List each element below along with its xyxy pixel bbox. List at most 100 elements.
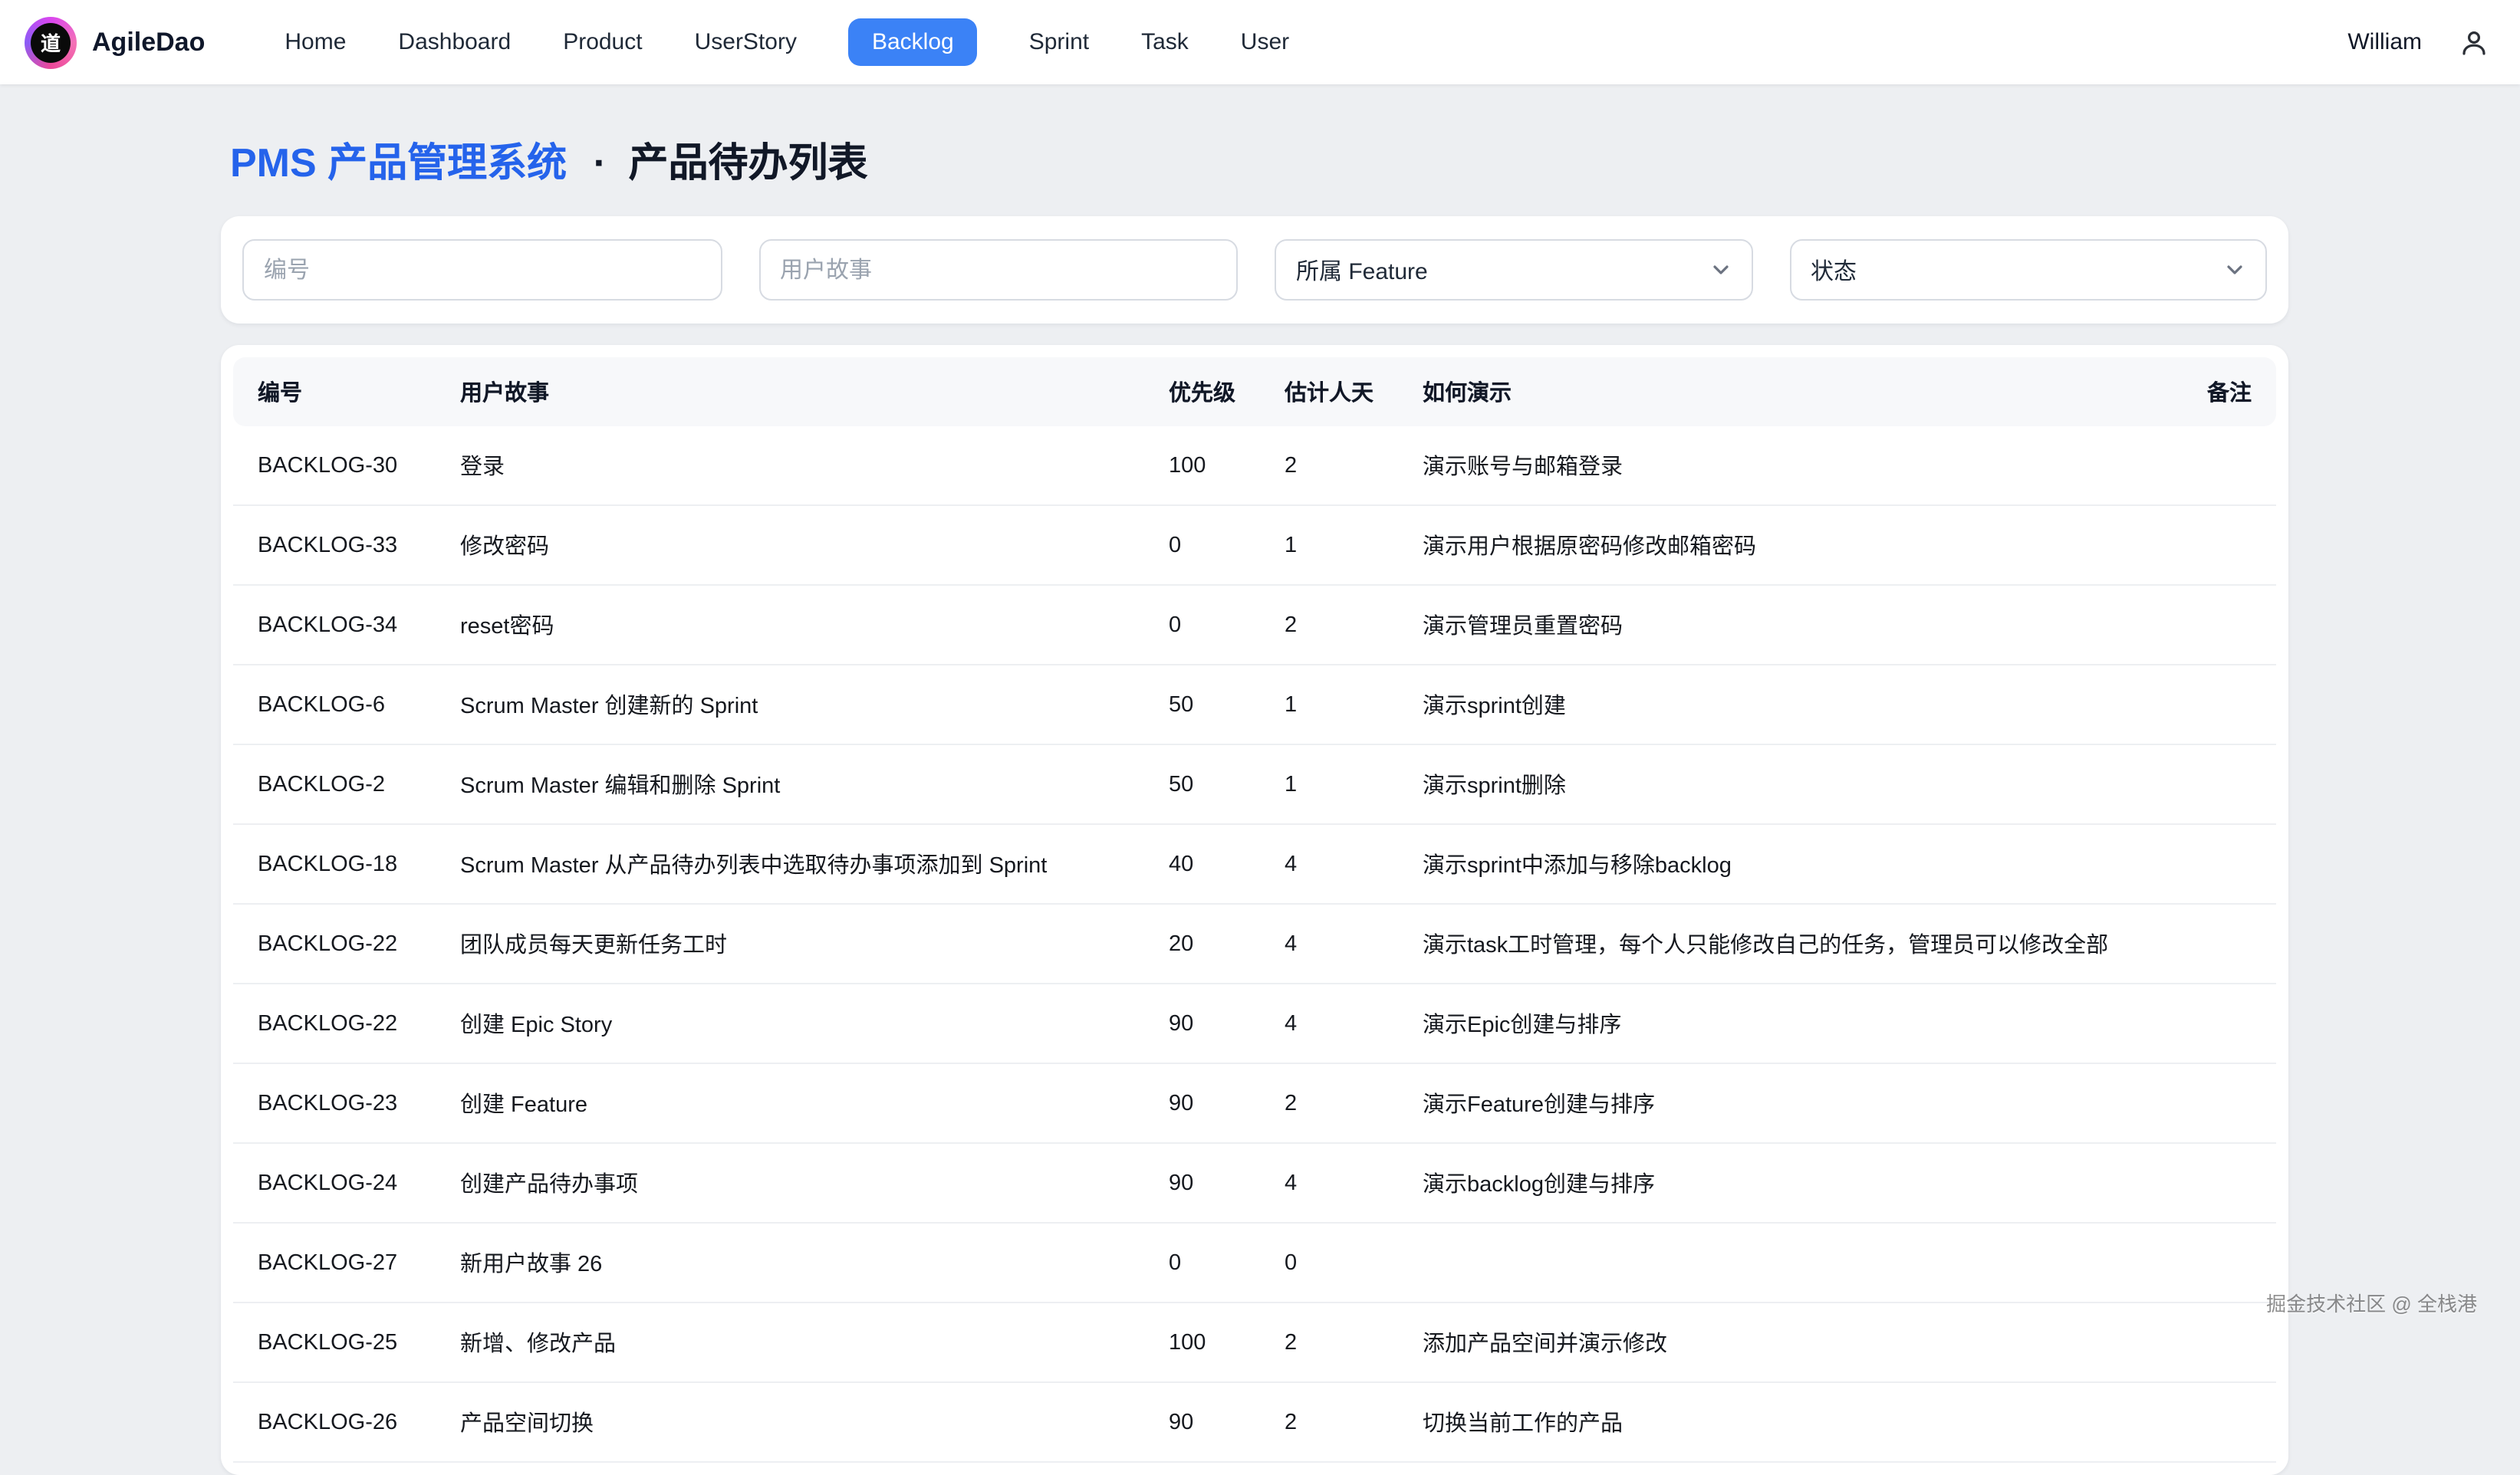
cell-note <box>2166 984 2276 1063</box>
cell-story: 创建 Feature <box>436 1063 1144 1143</box>
table-row[interactable]: BACKLOG-23 创建 Feature 90 2 演示Feature创建与排… <box>233 1063 2276 1143</box>
cell-days: 2 <box>1260 426 1398 505</box>
column-header-note: 备注 <box>2166 357 2276 426</box>
cell-demo <box>1398 1223 2166 1303</box>
cell-demo: 演示管理员重置密码 <box>1398 585 2166 665</box>
table-row[interactable]: BACKLOG-24 创建产品待办事项 90 4 演示backlog创建与排序 <box>233 1143 2276 1223</box>
watermark-text: 掘金技术社区 @ 全栈港 <box>2266 1288 2477 1317</box>
page-title-separator: · <box>594 140 607 186</box>
cell-note <box>2166 665 2276 744</box>
cell-days: 1 <box>1260 665 1398 744</box>
cell-days: 4 <box>1260 824 1398 904</box>
username: William <box>2347 29 2422 55</box>
brand-name: AgileDao <box>92 27 205 57</box>
status-select[interactable]: 状态 <box>1789 239 2267 301</box>
cell-story: Scrum Master 编辑和删除 Sprint <box>436 744 1144 824</box>
cell-id: BACKLOG-24 <box>233 1143 436 1223</box>
cell-note <box>2166 1063 2276 1143</box>
cell-days: 2 <box>1260 1382 1398 1462</box>
cell-id: BACKLOG-27 <box>233 1223 436 1303</box>
cell-days: 2 <box>1260 1303 1398 1382</box>
table-row[interactable]: BACKLOG-18 Scrum Master 从产品待办列表中选取待办事项添加… <box>233 824 2276 904</box>
cell-priority: 0 <box>1144 585 1260 665</box>
cell-priority: 50 <box>1144 744 1260 824</box>
filter-bar: 所属 Feature 状态 <box>221 216 2288 324</box>
cell-days: 4 <box>1260 904 1398 984</box>
cell-demo: 演示sprint中添加与移除backlog <box>1398 824 2166 904</box>
table-row[interactable]: BACKLOG-27 新用户故事 26 0 0 <box>233 1223 2276 1303</box>
cell-priority: 90 <box>1144 984 1260 1063</box>
table-row[interactable]: BACKLOG-22 创建 Epic Story 90 4 演示Epic创建与排… <box>233 984 2276 1063</box>
main-nav: Home Dashboard Product UserStory Backlog… <box>285 18 1289 66</box>
logo-glyph: 道 <box>31 22 71 62</box>
cell-demo: 演示task工时管理，每个人只能修改自己的任务，管理员可以修改全部 <box>1398 904 2166 984</box>
top-navbar: 道 AgileDao Home Dashboard Product UserSt… <box>0 0 2520 84</box>
column-header-story: 用户故事 <box>436 357 1144 426</box>
nav-item-userstory[interactable]: UserStory <box>695 29 797 55</box>
cell-demo: 演示Feature创建与排序 <box>1398 1063 2166 1143</box>
page-title-secondary: 产品待办列表 <box>628 140 867 186</box>
cell-days: 1 <box>1260 505 1398 585</box>
id-filter-input[interactable] <box>242 239 722 301</box>
cell-id: BACKLOG-30 <box>233 426 436 505</box>
cell-demo: 演示sprint删除 <box>1398 744 2166 824</box>
table-row[interactable]: BACKLOG-34 reset密码 0 2 演示管理员重置密码 <box>233 585 2276 665</box>
cell-demo: 切换当前工作的产品 <box>1398 1382 2166 1462</box>
nav-item-home[interactable]: Home <box>285 29 346 55</box>
cell-demo: 演示用户根据原密码修改邮箱密码 <box>1398 505 2166 585</box>
cell-id: BACKLOG-34 <box>233 585 436 665</box>
page-title: PMS 产品管理系统 · 产品待办列表 <box>230 136 2520 189</box>
cell-id: BACKLOG-33 <box>233 505 436 585</box>
table-row[interactable]: BACKLOG-30 登录 100 2 演示账号与邮箱登录 <box>233 426 2276 505</box>
cell-story: Scrum Master 从产品待办列表中选取待办事项添加到 Sprint <box>436 824 1144 904</box>
cell-id: BACKLOG-26 <box>233 1382 436 1462</box>
page-title-primary: PMS 产品管理系统 <box>230 140 567 186</box>
cell-id: BACKLOG-22 <box>233 904 436 984</box>
table-row[interactable]: BACKLOG-6 Scrum Master 创建新的 Sprint 50 1 … <box>233 665 2276 744</box>
cell-story: reset密码 <box>436 585 1144 665</box>
cell-story: 新增、修改产品 <box>436 1303 1144 1382</box>
nav-item-sprint[interactable]: Sprint <box>1029 29 1089 55</box>
feature-select[interactable]: 所属 Feature <box>1275 239 1752 301</box>
cell-note <box>2166 1223 2276 1303</box>
cell-story: 修改密码 <box>436 505 1144 585</box>
story-filter-input[interactable] <box>758 239 1238 301</box>
backlog-table: 编号 用户故事 优先级 估计人天 如何演示 备注 BACKLOG-30 登录 1… <box>233 357 2276 1463</box>
cell-story: 创建产品待办事项 <box>436 1143 1144 1223</box>
column-header-days: 估计人天 <box>1260 357 1398 426</box>
cell-demo: 演示账号与邮箱登录 <box>1398 426 2166 505</box>
cell-priority: 0 <box>1144 1223 1260 1303</box>
status-select-value: 状态 <box>1811 254 1857 286</box>
nav-item-task[interactable]: Task <box>1141 29 1189 55</box>
nav-item-dashboard[interactable]: Dashboard <box>398 29 511 55</box>
nav-item-user[interactable]: User <box>1241 29 1289 55</box>
cell-note <box>2166 744 2276 824</box>
table-row[interactable]: BACKLOG-25 新增、修改产品 100 2 添加产品空间并演示修改 <box>233 1303 2276 1382</box>
table-row[interactable]: BACKLOG-2 Scrum Master 编辑和删除 Sprint 50 1… <box>233 744 2276 824</box>
table-row[interactable]: BACKLOG-33 修改密码 0 1 演示用户根据原密码修改邮箱密码 <box>233 505 2276 585</box>
cell-priority: 100 <box>1144 426 1260 505</box>
cell-note <box>2166 904 2276 984</box>
cell-days: 1 <box>1260 744 1398 824</box>
cell-days: 4 <box>1260 1143 1398 1223</box>
table-row[interactable]: BACKLOG-26 产品空间切换 90 2 切换当前工作的产品 <box>233 1382 2276 1462</box>
agiledao-logo[interactable]: 道 <box>25 16 77 68</box>
cell-note <box>2166 1382 2276 1462</box>
cell-demo: 演示backlog创建与排序 <box>1398 1143 2166 1223</box>
cell-story: 登录 <box>436 426 1144 505</box>
nav-item-product[interactable]: Product <box>563 29 642 55</box>
cell-demo: 演示Epic创建与排序 <box>1398 984 2166 1063</box>
nav-item-backlog[interactable]: Backlog <box>849 18 977 66</box>
user-profile-icon[interactable] <box>2459 27 2489 57</box>
column-header-demo: 如何演示 <box>1398 357 2166 426</box>
table-row[interactable]: BACKLOG-22 团队成员每天更新任务工时 20 4 演示task工时管理，… <box>233 904 2276 984</box>
cell-story: 产品空间切换 <box>436 1382 1144 1462</box>
cell-note <box>2166 505 2276 585</box>
cell-priority: 90 <box>1144 1143 1260 1223</box>
cell-id: BACKLOG-23 <box>233 1063 436 1143</box>
cell-note <box>2166 1143 2276 1223</box>
cell-priority: 20 <box>1144 904 1260 984</box>
cell-priority: 40 <box>1144 824 1260 904</box>
backlog-table-card: 编号 用户故事 优先级 估计人天 如何演示 备注 BACKLOG-30 登录 1… <box>221 345 2288 1475</box>
cell-id: BACKLOG-18 <box>233 824 436 904</box>
